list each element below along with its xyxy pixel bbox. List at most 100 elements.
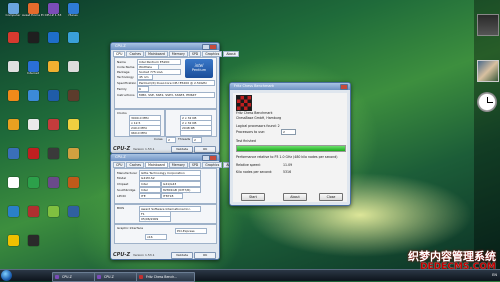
taskbar-item-fritz[interactable]: Fritz Chess Bench...: [136, 271, 195, 282]
instructions-value: MMX, SSE, SSE2, SSE3, SSSE3, EM64T: [139, 93, 197, 97]
desktop-icon[interactable]: iTunes: [62, 2, 84, 24]
link-width-field: x16: [145, 234, 167, 240]
chipset-name-value: G41/G43: [163, 182, 177, 186]
clock-minute-hand: [487, 101, 493, 103]
desktop-icon[interactable]: [42, 205, 64, 227]
desktop-icon[interactable]: [42, 176, 64, 198]
cpuz-footer: CPU-Z Version 1.53.1 Validate OK: [113, 252, 217, 259]
start-button[interactable]: [1, 270, 12, 281]
southbridge-vendor-field: Intel: [139, 187, 161, 193]
close-button[interactable]: [209, 44, 217, 50]
chipset-vendor-field: Intel: [139, 181, 161, 187]
desktop-icon-glyph: [47, 3, 59, 14]
window-title: CPU-Z: [115, 155, 126, 159]
validate-button[interactable]: Validate: [171, 252, 193, 259]
fritz-chess-window[interactable]: Fritz Chess Benchmark Fritz Chess Benchm…: [229, 82, 351, 206]
desktop-icon[interactable]: Computer: [2, 2, 24, 24]
tab-about[interactable]: About: [223, 51, 239, 57]
slideshow-gadget[interactable]: [477, 60, 499, 82]
chipset-name-field: G41/G43: [161, 181, 201, 187]
desktop-icon-glyph: [27, 235, 39, 246]
desktop-icon[interactable]: [2, 147, 24, 169]
desktop-icon[interactable]: [2, 118, 24, 140]
cpuz-mainboard-window[interactable]: CPU-Z CPU Caches Mainboard Memory SPD Gr…: [110, 153, 239, 260]
desktop-icon-glyph: [27, 177, 39, 188]
start-button[interactable]: Start: [241, 193, 265, 201]
desktop-icon[interactable]: [2, 234, 24, 256]
desktop-icon[interactable]: [2, 31, 24, 53]
desktop-icon[interactable]: [22, 89, 44, 111]
graphic-version-value: PCI-Express: [177, 229, 195, 233]
ok-button[interactable]: OK: [194, 146, 216, 153]
desktop-icon[interactable]: [62, 118, 84, 140]
desktop-icon[interactable]: [22, 147, 44, 169]
desktop-icon[interactable]: [2, 89, 24, 111]
desktop-icon[interactable]: [62, 89, 84, 111]
desktop-icon[interactable]: [62, 176, 84, 198]
processors-to-use-label: Processors to use:: [236, 130, 265, 134]
lpcio-vendor-field: ITE: [139, 193, 161, 199]
bios-label: BIOS: [117, 206, 125, 210]
desktop-icon-glyph: [47, 148, 59, 159]
kilo-nodes-label: Kilo nodes per second:: [236, 170, 273, 174]
close-button[interactable]: [340, 84, 348, 90]
tray-language[interactable]: EN: [492, 270, 497, 281]
desktop-icon[interactable]: [62, 60, 84, 82]
desktop-icon[interactable]: [22, 118, 44, 140]
family-value: 6: [139, 87, 141, 91]
desktop-icon[interactable]: [62, 147, 84, 169]
desktop-icon-glyph: [47, 90, 59, 101]
desktop-icon[interactable]: [42, 60, 64, 82]
desktop-icon[interactable]: [42, 147, 64, 169]
desktop-icon-glyph: [7, 3, 19, 14]
desktop-icon[interactable]: [2, 176, 24, 198]
desktop-icon[interactable]: Internet: [22, 60, 44, 82]
sidebar-top-gadget[interactable]: [477, 14, 499, 36]
processors-to-use-input[interactable]: 2: [281, 129, 296, 135]
bios-date-value: 05/06/2009: [141, 217, 159, 221]
ok-button[interactable]: OK: [194, 252, 216, 259]
desktop-icon[interactable]: [22, 205, 44, 227]
taskbar-item-label: CPU-Z: [62, 274, 72, 279]
cpuz-cpu-titlebar[interactable]: CPU-Z: [111, 43, 219, 50]
family-field: 6: [137, 86, 149, 92]
technology-label: Technology: [117, 75, 134, 79]
desktop-icon-area: ComputerAvast Home EditionCPU-Z 1.53 iTun…: [0, 0, 88, 270]
desktop-icon-glyph: [67, 148, 79, 159]
desktop-icon[interactable]: [22, 234, 44, 256]
desktop-icon-glyph: [47, 61, 59, 72]
close-dialog-button[interactable]: Close: [319, 193, 343, 201]
app-name: Fritz Chess Benchmark: [236, 111, 273, 115]
benchmark-progress-bar: [236, 145, 346, 152]
desktop-icon[interactable]: [62, 205, 84, 227]
desktop-icon-glyph: [67, 206, 79, 217]
desktop-icon[interactable]: [42, 89, 64, 111]
desktop-icon[interactable]: [2, 205, 24, 227]
desktop-icon[interactable]: [42, 118, 64, 140]
fritz-body: Fritz Chess Benchmark ChessBase GmbH, Ha…: [233, 93, 347, 202]
cpuz-cpu-window[interactable]: CPU-Z CPU Caches Mainboard Memory SPD Gr…: [110, 42, 239, 154]
desktop-icon[interactable]: [2, 60, 24, 82]
cores-label: Cores: [154, 137, 163, 141]
fritz-titlebar[interactable]: Fritz Chess Benchmark: [230, 83, 350, 90]
chipset-vendor-value: Intel: [141, 182, 148, 186]
processor-group: Name Intel Pentium E5200 Code Name Wolfd…: [114, 57, 217, 109]
desktop-icon[interactable]: Avast Home Edition: [22, 2, 44, 24]
validate-button[interactable]: Validate: [171, 146, 193, 153]
desktop-icon-glyph: [7, 206, 19, 217]
close-button[interactable]: [209, 155, 217, 161]
cpuz-icon: [55, 274, 59, 279]
desktop-icon[interactable]: [42, 31, 64, 53]
desktop-icon[interactable]: [22, 31, 44, 53]
cpuz-brand: CPU-Z: [113, 252, 131, 258]
desktop-icon[interactable]: [62, 31, 84, 53]
desktop-icon-glyph: [7, 177, 19, 188]
cores-row: Cores 2 Threads 2: [114, 137, 215, 143]
chessbase-logo: [236, 95, 252, 111]
cpuz-mainboard-titlebar[interactable]: CPU-Z: [111, 154, 219, 161]
about-button[interactable]: About: [283, 193, 307, 201]
desktop-icon[interactable]: [22, 176, 44, 198]
desktop-icon[interactable]: CPU-Z 1.53: [42, 2, 64, 24]
lpcio-vendor-value: ITE: [141, 194, 146, 198]
desktop-icon-glyph: [67, 90, 79, 101]
